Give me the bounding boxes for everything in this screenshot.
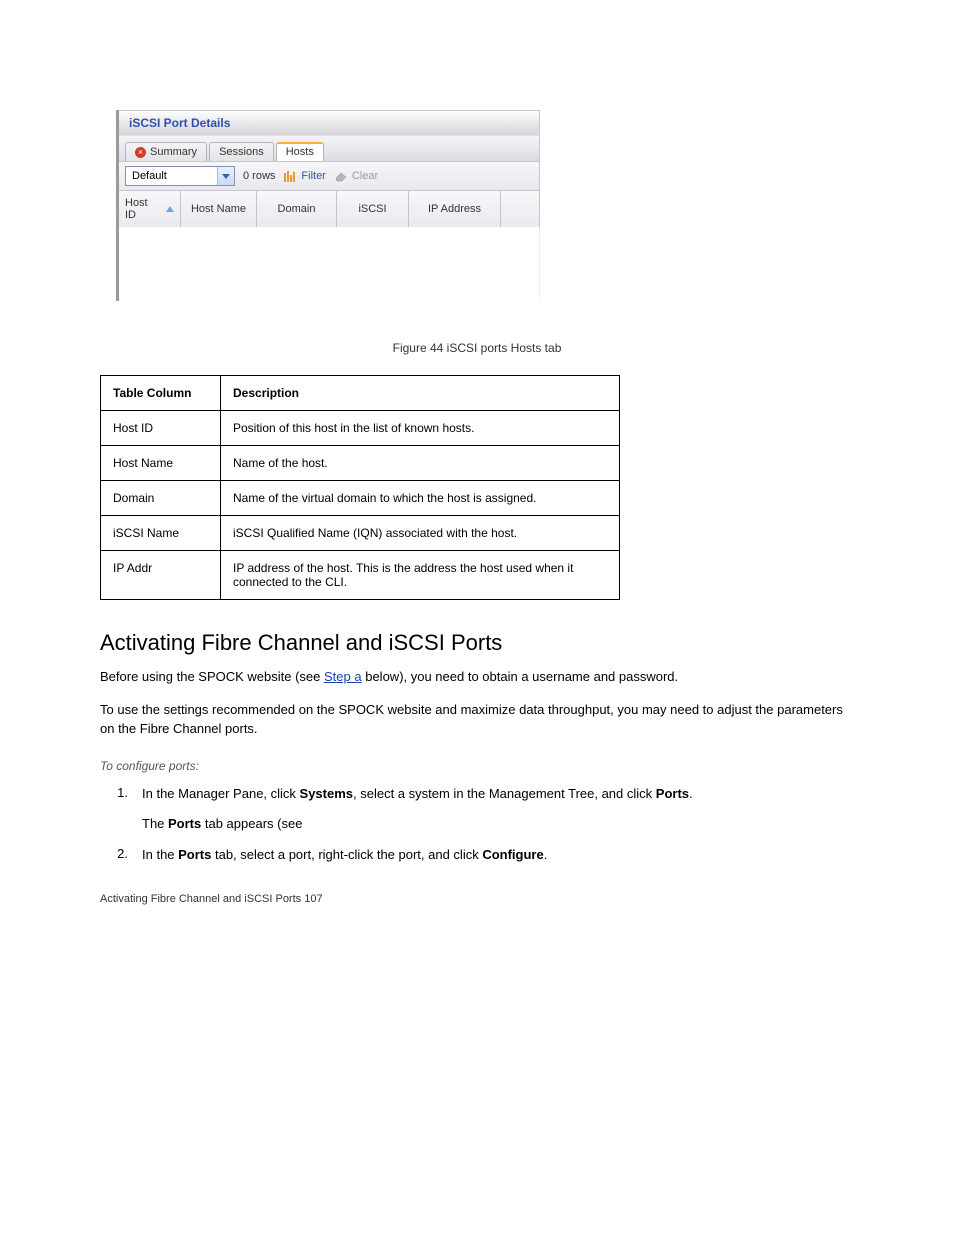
col-domain[interactable]: Domain: [257, 191, 337, 227]
td-term: Host Name: [101, 446, 221, 481]
tab-hosts[interactable]: Hosts: [276, 142, 324, 161]
td-term: iSCSI Name: [101, 516, 221, 551]
definition-table: Table Column Description Host ID Positio…: [100, 375, 620, 600]
table-header-row: Table Column Description: [101, 376, 620, 411]
step-number: 2.: [100, 846, 142, 865]
tab-label: Sessions: [219, 146, 264, 158]
step-1-note: The Ports tab appears (see: [142, 815, 854, 834]
section-heading: Activating Fibre Channel and iSCSI Ports: [100, 630, 854, 656]
tab-label: Summary: [150, 146, 197, 158]
td-desc: IP address of the host. This is the addr…: [221, 551, 620, 600]
link-step-a[interactable]: Step a: [324, 669, 362, 684]
td-term: Host ID: [101, 411, 221, 446]
step-body: In the Ports tab, select a port, right-c…: [142, 846, 547, 865]
td-term: IP Addr: [101, 551, 221, 600]
table-row: IP Addr IP address of the host. This is …: [101, 551, 620, 600]
step-number: 1.: [100, 785, 142, 804]
filter-button[interactable]: Filter: [283, 170, 325, 182]
chevron-down-icon[interactable]: [217, 167, 234, 185]
step-1: 1. In the Manager Pane, click Systems, s…: [100, 785, 854, 804]
dropdown-value: Default: [126, 170, 217, 182]
tab-summary[interactable]: × Summary: [125, 142, 207, 161]
screenshot-panel: iSCSI Port Details × Summary Sessions Ho…: [116, 110, 540, 301]
table-row: iSCSI Name iSCSI Qualified Name (IQN) as…: [101, 516, 620, 551]
tab-label: Hosts: [286, 146, 314, 158]
step-body: In the Manager Pane, click Systems, sele…: [142, 785, 693, 804]
panel-title: iSCSI Port Details: [119, 110, 540, 135]
table-row: Host Name Name of the host.: [101, 446, 620, 481]
td-desc: Name of the virtual domain to which the …: [221, 481, 620, 516]
paragraph: To use the settings recommended on the S…: [100, 701, 854, 739]
th-column: Table Column: [101, 376, 221, 411]
td-desc: iSCSI Qualified Name (IQN) associated wi…: [221, 516, 620, 551]
clear-button[interactable]: Clear: [334, 170, 378, 182]
col-ip-address[interactable]: IP Address: [409, 191, 501, 227]
td-term: Domain: [101, 481, 221, 516]
sort-asc-icon: [166, 206, 174, 212]
eraser-icon: [334, 170, 348, 182]
filter-label: Filter: [301, 170, 325, 182]
filter-icon: [283, 170, 297, 182]
td-desc: Name of the host.: [221, 446, 620, 481]
column-headers: Host ID Host Name Domain iSCSI IP Addres…: [119, 190, 540, 227]
col-host-id[interactable]: Host ID: [119, 191, 181, 227]
steps-label: To configure ports:: [100, 759, 854, 773]
col-host-name[interactable]: Host Name: [181, 191, 257, 227]
page-footer: Activating Fibre Channel and iSCSI Ports…: [100, 893, 854, 905]
col-iscsi[interactable]: iSCSI: [337, 191, 409, 227]
step-2: 2. In the Ports tab, select a port, righ…: [100, 846, 854, 865]
col-spacer: [501, 191, 539, 227]
rows-count: 0 rows: [243, 170, 275, 182]
figure-caption: Figure 44 iSCSI ports Hosts tab: [100, 341, 854, 355]
tab-sessions[interactable]: Sessions: [209, 142, 274, 161]
table-body-empty: [119, 227, 540, 301]
paragraph: Before using the SPOCK website (see Step…: [100, 668, 854, 687]
filter-toolbar: Default 0 rows Filter: [119, 161, 540, 190]
td-desc: Position of this host in the list of kno…: [221, 411, 620, 446]
table-row: Domain Name of the virtual domain to whi…: [101, 481, 620, 516]
view-dropdown[interactable]: Default: [125, 166, 235, 186]
clear-label: Clear: [352, 170, 378, 182]
tabstrip: × Summary Sessions Hosts: [119, 135, 540, 161]
th-description: Description: [221, 376, 620, 411]
close-icon[interactable]: ×: [135, 147, 146, 158]
table-row: Host ID Position of this host in the lis…: [101, 411, 620, 446]
